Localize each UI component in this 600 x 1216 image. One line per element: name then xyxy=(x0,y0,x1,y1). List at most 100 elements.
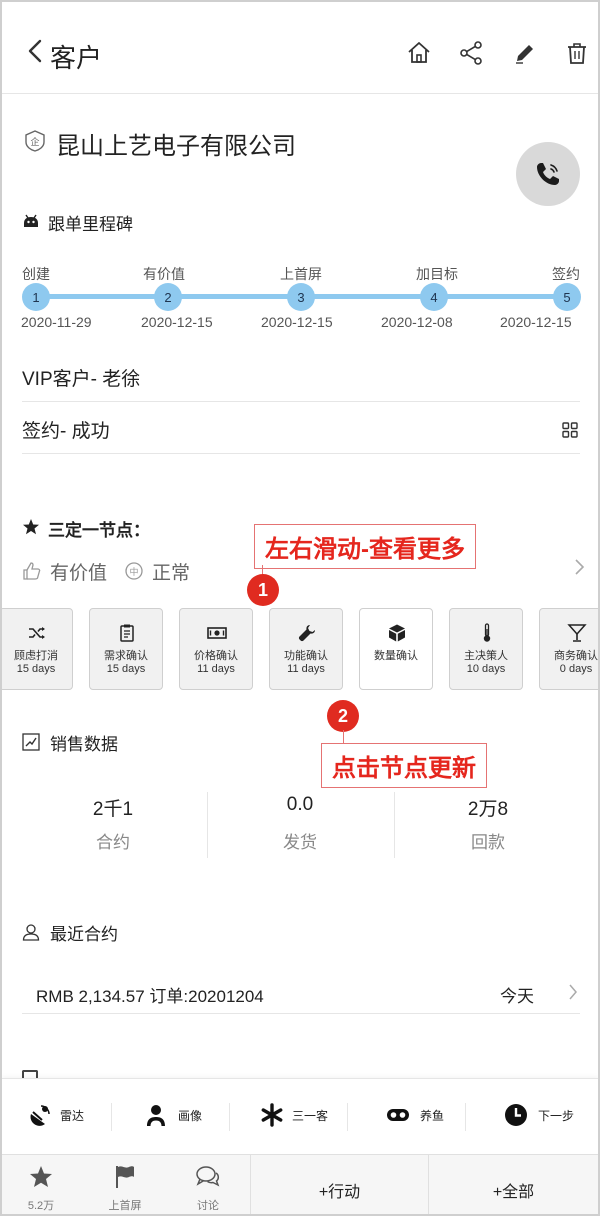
milestone-label: 签约 xyxy=(552,266,580,282)
svg-text:中: 中 xyxy=(129,566,138,578)
sign-text: 签约- 成功 xyxy=(22,421,110,442)
node-days: 15 days xyxy=(16,663,56,675)
node-card[interactable]: 主决策人 10 days xyxy=(449,608,523,690)
contract-date: 今天 xyxy=(500,987,534,1006)
back-button[interactable] xyxy=(22,36,52,66)
sign-row[interactable]: 签约- 成功 xyxy=(22,404,580,454)
contract-amount: RMB 2,134.57 订单:20201204 xyxy=(36,987,264,1006)
add-all-label: +全部 xyxy=(492,1184,535,1201)
milestone-dot[interactable]: 4 xyxy=(420,283,448,311)
phone-icon xyxy=(537,163,559,185)
action-divider xyxy=(111,1103,112,1131)
action-radar[interactable]: 雷达 xyxy=(2,1079,120,1155)
step-badge: 2 xyxy=(327,700,359,732)
share-button[interactable] xyxy=(458,40,484,66)
action-label: 下一步 xyxy=(538,1109,575,1123)
stat-label: 合约 xyxy=(96,833,130,852)
node-name: 需求确认 xyxy=(104,650,148,662)
clock-icon xyxy=(505,1104,527,1126)
node-name: 功能确认 xyxy=(284,650,328,662)
tab-label: 上首屏 xyxy=(108,1200,142,1212)
node-card[interactable]: 顾虑打消 15 days xyxy=(2,608,73,690)
chevron-left-icon xyxy=(28,39,42,63)
action-three-one[interactable]: 三一客 xyxy=(238,1079,356,1155)
tab-first-screen[interactable]: 上首屏 xyxy=(84,1155,166,1214)
action-label: 画像 xyxy=(178,1109,203,1123)
stat-label: 发货 xyxy=(283,833,317,852)
stat-payment[interactable]: 2万8 回款 xyxy=(395,792,581,858)
milestone-date: 2020-12-15 xyxy=(500,314,572,330)
star-icon xyxy=(30,1166,52,1187)
vip-row[interactable]: VIP客户- 老徐 xyxy=(22,352,580,402)
vip-text: VIP客户- 老徐 xyxy=(22,369,141,390)
tab-label: 讨论 xyxy=(197,1200,219,1212)
milestone-dot[interactable]: 2 xyxy=(154,283,182,311)
node-card-list[interactable]: 顾虑打消 15 days 需求确认 15 days 价格确认 11 days 功… xyxy=(2,608,598,692)
trash-icon xyxy=(568,43,586,64)
add-all-button[interactable]: +全部 xyxy=(428,1155,598,1214)
radar-icon xyxy=(30,1105,50,1126)
tab-favorite[interactable]: 5.2万 xyxy=(2,1155,82,1214)
cocktail-icon xyxy=(567,624,587,642)
robot-icon xyxy=(24,214,38,227)
milestone-label: 有价值 xyxy=(143,266,185,282)
action-profile[interactable]: 画像 xyxy=(120,1079,238,1155)
home-button[interactable] xyxy=(406,40,432,66)
enterprise-badge-icon: 企 xyxy=(25,130,45,152)
stat-contracts[interactable]: 2千1 合约 xyxy=(20,792,206,858)
contract-row[interactable]: RMB 2,134.57 订单:20201204 今天 xyxy=(22,970,580,1014)
trend-chart-icon xyxy=(22,733,40,751)
milestone-dot[interactable]: 5 xyxy=(553,283,581,311)
tag-status-text: 正常 xyxy=(152,563,191,584)
stat-label: 回款 xyxy=(471,833,505,852)
milestone-label: 上首屏 xyxy=(280,266,322,282)
callout-pointer xyxy=(343,730,344,744)
box-icon xyxy=(389,624,405,642)
node-card[interactable]: 价格确认 11 days xyxy=(179,608,253,690)
milestone-label: 创建 xyxy=(22,266,50,282)
node-card[interactable]: 需求确认 15 days xyxy=(89,608,163,690)
milestone-dot[interactable]: 1 xyxy=(22,283,50,311)
edit-icon xyxy=(516,45,533,64)
milestone-date: 2020-12-15 xyxy=(141,314,213,330)
medium-badge-icon: 中 xyxy=(125,562,143,580)
milestone-label: 加目标 xyxy=(416,266,458,282)
tab-discussion[interactable]: 讨论 xyxy=(167,1155,249,1214)
node-days: 15 days xyxy=(106,663,146,675)
chevron-right-icon xyxy=(569,984,577,1000)
node-name: 主决策人 xyxy=(464,650,508,662)
node-card[interactable]: 数量确认 xyxy=(359,608,433,690)
chevron-right-icon[interactable] xyxy=(572,558,586,576)
partially-hidden-icon xyxy=(22,1070,38,1078)
thermometer-icon xyxy=(483,623,491,642)
action-fish[interactable]: 养鱼 xyxy=(356,1079,474,1155)
delete-button[interactable] xyxy=(564,40,590,66)
chat-icon xyxy=(196,1166,220,1187)
action-label: 雷达 xyxy=(60,1109,85,1123)
svg-text:企: 企 xyxy=(30,136,39,148)
action-next-step[interactable]: 下一步 xyxy=(474,1079,592,1155)
click-hint-callout: 点击节点更新 xyxy=(321,743,487,788)
action-label: 三一客 xyxy=(292,1109,329,1123)
fish-icon xyxy=(387,1109,409,1121)
node-days: 11 days xyxy=(197,663,235,675)
node-card[interactable]: 功能确认 11 days xyxy=(269,608,343,690)
stat-shipment[interactable]: 0.0 发货 xyxy=(207,792,393,858)
node-card[interactable]: 商务确认 0 days xyxy=(539,608,598,690)
star-icon xyxy=(23,519,39,535)
add-action-button[interactable]: +行动 xyxy=(250,1155,428,1214)
quick-action-bar: 雷达 画像 三一客 养鱼 下一步 xyxy=(2,1078,598,1154)
user-icon xyxy=(147,1105,165,1126)
bottom-tab-bar: 5.2万 上首屏 讨论 +行动 +全部 xyxy=(2,1154,598,1214)
tab-label: 5.2万 xyxy=(27,1200,55,1212)
node-name: 顾虑打消 xyxy=(14,650,58,662)
call-button[interactable] xyxy=(516,142,580,206)
stat-value: 2万8 xyxy=(467,799,509,820)
edit-button[interactable] xyxy=(512,40,538,66)
node-name: 数量确认 xyxy=(374,650,418,662)
milestone-date: 2020-11-29 xyxy=(21,314,92,330)
asterisk-icon xyxy=(261,1103,283,1127)
grid-icon[interactable] xyxy=(562,422,578,438)
action-divider xyxy=(465,1103,466,1131)
milestone-dot[interactable]: 3 xyxy=(287,283,315,311)
